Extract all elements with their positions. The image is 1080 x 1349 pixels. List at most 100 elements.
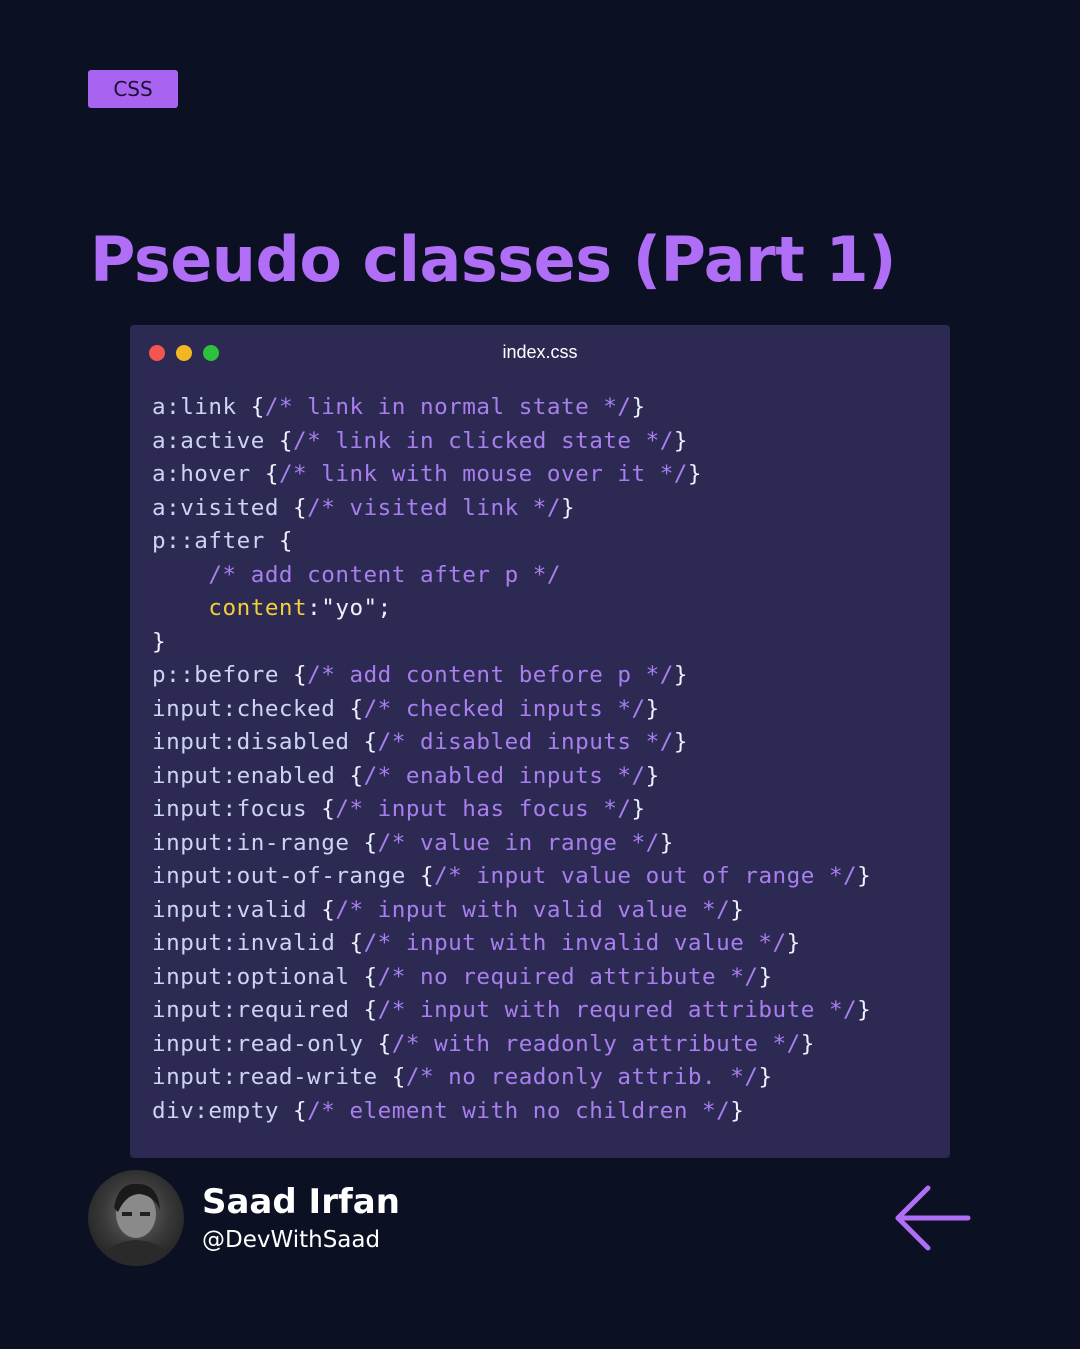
code-selector: input:disabled — [152, 729, 350, 755]
code-selector: input:in-range — [152, 829, 350, 856]
code-brace: { — [307, 896, 336, 923]
code-line: p::before {/* add content before p */} — [152, 659, 871, 693]
code-value: "yo" — [321, 595, 378, 621]
code-comment: /* input with requred attribute */ — [377, 997, 858, 1023]
code-brace: } — [631, 394, 646, 420]
code-brace: } — [730, 896, 745, 923]
code-line: input:optional {/* no required attribute… — [152, 961, 871, 995]
code-brace: } — [857, 863, 872, 889]
code-brace: { — [377, 1064, 406, 1090]
code-brace: } — [758, 1064, 773, 1090]
code-comment: /* value in range */ — [377, 829, 660, 856]
code-line: input:valid {/* input with valid value *… — [152, 894, 871, 928]
code-line: a:link {/* link in normal state */} — [152, 391, 871, 425]
code-line: a:visited {/* visited link */} — [152, 492, 871, 526]
code-comment: /* visited link */ — [307, 494, 562, 521]
window-titlebar: index.css — [130, 325, 950, 381]
code-brace: { — [278, 1097, 308, 1124]
code-selector: input:optional — [152, 963, 350, 990]
code-line: content:"yo"; — [152, 592, 871, 626]
code-brace: { — [335, 762, 364, 789]
code-comment: /* disabled inputs */ — [377, 729, 674, 755]
code-brace: } — [645, 695, 660, 722]
code-selector: input:checked — [152, 695, 336, 722]
code-line: a:hover {/* link with mouse over it */} — [152, 458, 871, 492]
code-selector: p::after — [152, 528, 265, 554]
code-comment: /* link with mouse over it */ — [278, 461, 688, 487]
code-line: } — [152, 626, 871, 660]
code-brace: } — [758, 963, 773, 990]
code-selector: a:active — [152, 427, 265, 454]
code-brace: { — [349, 963, 378, 990]
arrow-left-icon[interactable] — [888, 1180, 978, 1256]
code-selector: input:enabled — [152, 762, 336, 789]
code-line: input:required {/* input with requred at… — [152, 994, 871, 1028]
author-name: Saad Irfan — [202, 1182, 400, 1222]
avatar — [88, 1170, 184, 1266]
code-semicolon: ; — [377, 595, 392, 621]
code-comment: /* enabled inputs */ — [363, 762, 646, 789]
code-brace: } — [659, 829, 674, 856]
topic-tag: CSS — [88, 70, 178, 108]
code-selector: input:required — [152, 997, 350, 1023]
code-comment: /* link in clicked state */ — [293, 427, 674, 454]
code-line: input:in-range {/* value in range */} — [152, 827, 871, 861]
page-title: Pseudo classes (Part 1) — [90, 223, 896, 296]
code-comment: /* no required attribute */ — [377, 963, 759, 990]
code-brace: { — [335, 695, 364, 722]
code-selector: a:visited — [152, 494, 279, 521]
code-brace: { — [349, 997, 378, 1023]
code-property: content — [208, 595, 308, 621]
author-handle: @DevWithSaad — [202, 1227, 381, 1253]
code-selector: input:out-of-range — [152, 863, 406, 889]
code-comment: /* element with no children */ — [307, 1097, 731, 1124]
code-brace: } — [673, 662, 688, 688]
code-line: input:checked {/* checked inputs */} — [152, 693, 871, 727]
code-brace: } — [645, 762, 660, 789]
code-brace: } — [152, 628, 167, 655]
code-selector: input:read-only — [152, 1030, 364, 1057]
code-brace: { — [278, 494, 308, 521]
code-brace: { — [335, 930, 364, 956]
code-selector: input:valid — [152, 896, 308, 923]
code-brace: } — [561, 494, 576, 521]
code-comment: /* input with invalid value */ — [363, 930, 787, 956]
code-brace: { — [349, 729, 378, 755]
avatar-portrait-icon — [98, 1183, 174, 1266]
code-selector: input:read-write — [152, 1064, 378, 1090]
code-line: input:out-of-range {/* input value out o… — [152, 860, 871, 894]
code-comment: /* add content after p */ — [208, 561, 561, 588]
code-selector: a:link — [152, 394, 237, 420]
code-brace: } — [857, 997, 872, 1023]
code-window: index.css a:link {/* link in normal stat… — [130, 325, 950, 1158]
code-brace: } — [687, 461, 703, 487]
code-line: input:invalid {/* input with invalid val… — [152, 927, 871, 961]
code-brace: } — [730, 1097, 745, 1124]
code-line: /* add content after p */ — [152, 559, 871, 593]
code-selector: input:invalid — [152, 930, 336, 956]
code-line: input:enabled {/* enabled inputs */} — [152, 760, 871, 794]
code-colon: : — [307, 595, 322, 621]
code-line: input:read-only {/* with readonly attrib… — [152, 1028, 871, 1062]
code-brace: { — [363, 1030, 392, 1057]
code-brace: } — [786, 930, 801, 956]
author-card: Saad Irfan @DevWithSaad — [88, 1170, 488, 1270]
code-comment: /* input value out of range */ — [434, 863, 858, 889]
code-brace: { — [264, 427, 294, 454]
code-brace: { — [264, 528, 294, 554]
code-line: div:empty {/* element with no children *… — [152, 1095, 871, 1129]
window-filename: index.css — [502, 342, 578, 362]
code-comment: /* no readonly attrib. */ — [405, 1064, 759, 1090]
code-brace: { — [349, 829, 378, 856]
code-brace: { — [250, 461, 279, 487]
code-block: a:link {/* link in normal state */} a:act… — [152, 391, 871, 1128]
code-brace: { — [307, 796, 336, 822]
code-comment: /* input has focus */ — [335, 796, 632, 822]
code-selector: a:hover — [152, 461, 251, 487]
code-brace: { — [236, 394, 265, 420]
code-comment: /* with readonly attribute */ — [391, 1030, 801, 1057]
code-line: p::after { — [152, 525, 871, 559]
code-selector: div:empty — [152, 1097, 279, 1124]
